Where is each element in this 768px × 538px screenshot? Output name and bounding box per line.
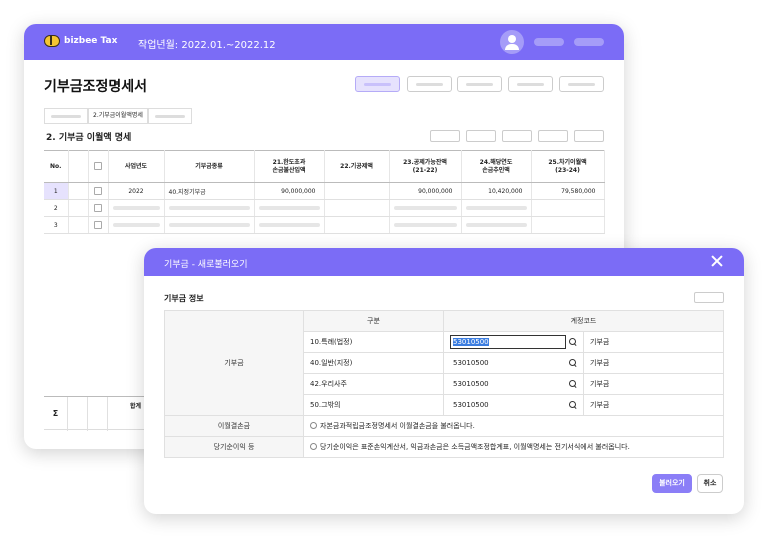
grid-button-1[interactable] (430, 130, 460, 142)
bee-logo-icon (44, 35, 60, 47)
header-menu-1[interactable] (534, 38, 564, 46)
row-c24[interactable]: 10,420,000 (461, 182, 532, 200)
row-c23[interactable]: 90,000,000 (389, 182, 462, 200)
toolbar-button-4[interactable] (508, 76, 553, 92)
toolbar-button-5[interactable] (559, 76, 604, 92)
tab-bar: 2.기부금이월액명세 (44, 108, 192, 124)
item-name: 기부금 (583, 373, 724, 395)
app-logo[interactable]: bizbee Tax (44, 35, 117, 47)
col-check[interactable] (88, 150, 109, 183)
row-year[interactable]: 2022 (108, 182, 165, 200)
code-input[interactable]: 53010500 (450, 335, 566, 349)
donation-info-table: 기부금 구분 계정코드 10.특례(법정) 53010500 기부금 40.일반… (164, 310, 724, 458)
row-c21[interactable]: 90,000,000 (254, 182, 325, 200)
dialog-section-title: 기부금 정보 (164, 294, 204, 303)
row-checkbox[interactable] (94, 221, 102, 229)
col-25: 25.차기이월액 (23-24) (531, 150, 605, 183)
tab-carryover[interactable]: 2.기부금이월액명세 (88, 108, 148, 124)
code-input[interactable]: 53010500 (450, 398, 566, 412)
col-no: No. (44, 150, 69, 183)
toolbar-button-2[interactable] (407, 76, 452, 92)
table-row[interactable]: 2 (44, 199, 605, 217)
code-input[interactable]: 53010500 (450, 356, 566, 370)
item-name: 기부금 (583, 394, 724, 416)
dialog-section-button[interactable] (694, 292, 724, 303)
item-gubun: 40.일반(지정) (303, 352, 444, 374)
grid-button-4[interactable] (538, 130, 568, 142)
header-menu-2[interactable] (574, 38, 604, 46)
row-c22[interactable] (324, 182, 390, 200)
cancel-button[interactable]: 취소 (697, 474, 723, 493)
toolbar-button-1[interactable] (355, 76, 400, 92)
col-code: 계정코드 (443, 310, 724, 332)
code-input[interactable]: 53010500 (450, 377, 566, 391)
close-icon[interactable] (710, 254, 724, 268)
select-all-checkbox[interactable] (94, 162, 102, 171)
carry-label: 이월결손금 (164, 415, 304, 437)
search-icon[interactable] (569, 401, 577, 409)
page-title: 기부금조정명세서 (44, 79, 148, 95)
item-name: 기부금 (583, 331, 724, 353)
col-marker (68, 150, 89, 183)
search-icon[interactable] (569, 338, 577, 346)
toolbar-button-3[interactable] (457, 76, 502, 92)
tab-1[interactable] (44, 108, 88, 124)
app-name: bizbee Tax (64, 36, 118, 46)
col-21: 21.한도초과 손금불산입액 (254, 150, 325, 183)
item-name: 기부금 (583, 352, 724, 374)
row-checkbox[interactable] (94, 204, 102, 212)
income-radio[interactable] (310, 443, 317, 450)
section-title: 2. 기부금 이월액 명세 (46, 133, 132, 143)
carry-text: 자본금과적립금조정명세서 이월결손금을 불러옵니다. (320, 422, 475, 430)
col-22: 22.기공제액 (324, 150, 390, 183)
app-header: bizbee Tax 작업년월: 2022.01.~2022.12 (24, 24, 624, 60)
table-row[interactable]: 1 2022 40.지정기부금 90,000,000 90,000,000 10… (44, 182, 605, 200)
col-year: 사업년도 (108, 150, 165, 183)
row-no: 1 (44, 182, 69, 200)
user-avatar-icon[interactable] (500, 30, 524, 54)
group-label: 기부금 (164, 310, 304, 416)
sum-symbol: Σ (44, 397, 68, 431)
col-23: 23.공제가능잔액 (21-22) (389, 150, 462, 183)
load-button[interactable]: 불러오기 (652, 474, 692, 493)
work-period: 작업년월: 2022.01.~2022.12 (138, 40, 276, 51)
item-gubun: 42.우리사주 (303, 373, 444, 395)
sum-label: 합계 (130, 403, 142, 410)
grid-button-3[interactable] (502, 130, 532, 142)
dialog-header: 기부금 - 새로불러오기 (144, 248, 744, 276)
carry-radio[interactable] (310, 422, 317, 429)
row-c25[interactable]: 79,580,000 (531, 182, 605, 200)
income-label: 당기순이익 등 (164, 436, 304, 458)
grid-header-row: No. 사업년도 기부금종류 21.한도초과 손금불산입액 22.기공제액 23.… (44, 150, 605, 183)
table-row[interactable]: 3 (44, 216, 605, 234)
row-checkbox[interactable] (94, 187, 102, 195)
load-dialog: 기부금 - 새로불러오기 기부금 정보 기부금 구분 계정코드 10.특례(법정… (144, 248, 744, 514)
search-icon[interactable] (569, 380, 577, 388)
col-gubun: 구분 (303, 310, 444, 332)
tab-3[interactable] (147, 108, 192, 124)
search-icon[interactable] (569, 359, 577, 367)
item-gubun: 10.특례(법정) (303, 331, 444, 353)
row-type[interactable]: 40.지정기부금 (164, 182, 255, 200)
dialog-title: 기부금 - 새로불러오기 (164, 260, 248, 270)
carryover-grid: No. 사업년도 기부금종류 21.한도초과 손금불산입액 22.기공제액 23.… (44, 150, 605, 234)
income-text: 당기순이익은 표준손익계산서, 익금과손금은 소득금액조정합계표, 이월액명세는… (320, 443, 630, 451)
row-no: 2 (44, 199, 69, 217)
item-gubun: 50.그밖의 (303, 394, 444, 416)
col-type: 기부금종류 (164, 150, 255, 183)
grid-button-5[interactable] (574, 130, 604, 142)
col-24: 24.해당연도 손금추인액 (461, 150, 532, 183)
row-no: 3 (44, 216, 69, 234)
grid-button-2[interactable] (466, 130, 496, 142)
